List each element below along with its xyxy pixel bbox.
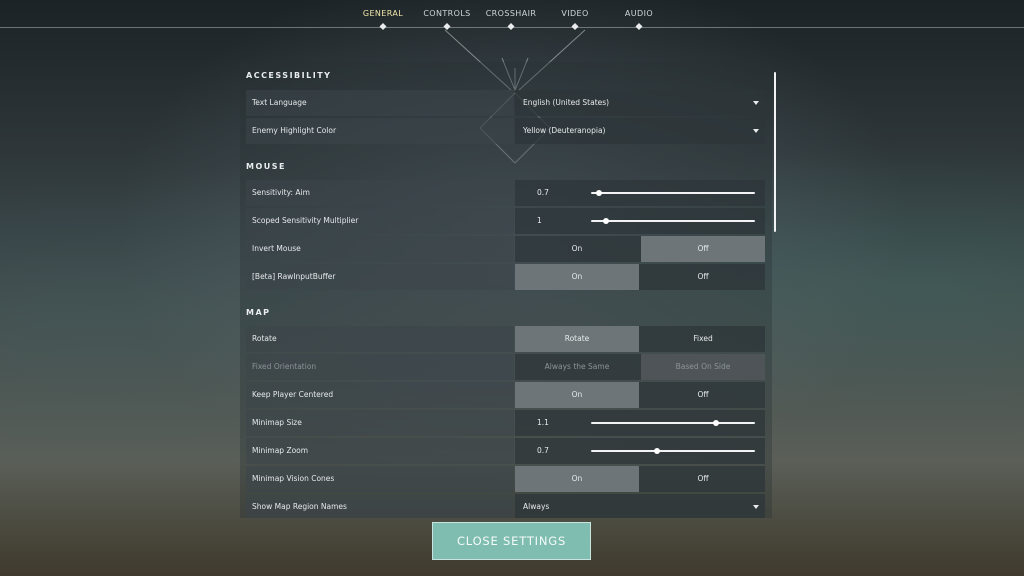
minimap-size-slider[interactable] <box>591 420 755 426</box>
slider-thumb[interactable] <box>712 420 719 426</box>
always-the-same-button: Always the Same <box>544 362 610 371</box>
text-language-dropdown[interactable]: English (United States) <box>515 90 765 116</box>
rotate-toggle: Rotate Fixed <box>515 326 765 352</box>
fixed-orientation-toggle: Always the Same Based On Side <box>515 354 765 380</box>
setting-label: Show Map Region Names <box>246 494 514 518</box>
minimap-size-control: 1.1 <box>515 410 765 436</box>
section-title-mouse: MOUSE <box>246 162 286 171</box>
setting-row-scoped-sensitivity: Scoped Sensitivity Multiplier 1 <box>246 208 765 234</box>
tab-audio-indicator <box>635 22 643 31</box>
slider-thumb[interactable] <box>596 190 603 196</box>
tab-video[interactable]: VIDEO <box>561 9 588 18</box>
setting-row-fixed-orientation: Fixed Orientation Always the Same Based … <box>246 354 765 380</box>
setting-row-keep-player-centered: Keep Player Centered On Off <box>246 382 765 408</box>
setting-label: Keep Player Centered <box>246 382 514 408</box>
tab-general-indicator <box>379 22 387 31</box>
raw-input-on-button[interactable]: On <box>515 264 639 290</box>
setting-row-minimap-vision-cones: Minimap Vision Cones On Off <box>246 466 765 492</box>
settings-panel: ACCESSIBILITY Text Language English (Uni… <box>240 62 772 518</box>
chevron-down-icon <box>753 505 759 509</box>
invert-mouse-off-button[interactable]: Off <box>641 236 765 262</box>
region-names-dropdown[interactable]: Always <box>515 494 765 518</box>
tab-general[interactable]: GENERAL <box>363 9 403 18</box>
enemy-highlight-dropdown[interactable]: Yellow (Deuteranopia) <box>515 118 765 144</box>
dropdown-value: Always <box>523 502 550 511</box>
settings-tab-bar: GENERAL CONTROLS CROSSHAIR VIDEO AUDIO <box>0 0 1024 31</box>
scoped-sensitivity-slider[interactable] <box>591 218 755 224</box>
setting-row-raw-input-buffer: [Beta] RawInputBuffer On Off <box>246 264 765 290</box>
slider-value-input[interactable]: 1.1 <box>537 410 549 436</box>
sensitivity-aim-control: 0.7 <box>515 180 765 206</box>
fixed-button[interactable]: Fixed <box>641 326 765 352</box>
invert-mouse-toggle: On Off <box>515 236 765 262</box>
slider-value-input[interactable]: 1 <box>537 208 542 234</box>
setting-label: Fixed Orientation <box>246 354 514 380</box>
setting-label: Minimap Zoom <box>246 438 514 464</box>
vision-cones-toggle: On Off <box>515 466 765 492</box>
section-title-map: MAP <box>246 308 271 317</box>
tab-crosshair[interactable]: CROSSHAIR <box>486 9 537 18</box>
setting-row-show-map-region-names: Show Map Region Names Always <box>246 494 765 518</box>
slider-thumb[interactable] <box>602 218 609 224</box>
slider-thumb[interactable] <box>653 448 660 454</box>
rotate-button[interactable]: Rotate <box>515 326 639 352</box>
keep-centered-off-button[interactable]: Off <box>641 382 765 408</box>
tab-controls[interactable]: CONTROLS <box>423 9 470 18</box>
keep-centered-on-button[interactable]: On <box>515 382 639 408</box>
sensitivity-aim-slider[interactable] <box>591 190 755 196</box>
setting-label: [Beta] RawInputBuffer <box>246 264 514 290</box>
based-on-side-button: Based On Side <box>641 354 765 380</box>
raw-input-toggle: On Off <box>515 264 765 290</box>
setting-label: Invert Mouse <box>246 236 514 262</box>
setting-label: Rotate <box>246 326 514 352</box>
settings-scrollbar[interactable] <box>774 72 776 232</box>
vision-cones-off-button[interactable]: Off <box>641 466 765 492</box>
setting-row-sensitivity-aim: Sensitivity: Aim 0.7 <box>246 180 765 206</box>
vision-cones-on-button[interactable]: On <box>515 466 639 492</box>
setting-label: Sensitivity: Aim <box>246 180 514 206</box>
minimap-zoom-slider[interactable] <box>591 448 755 454</box>
keep-centered-toggle: On Off <box>515 382 765 408</box>
slider-value-input[interactable]: 0.7 <box>537 180 549 206</box>
dropdown-value: Yellow (Deuteranopia) <box>523 126 606 135</box>
scoped-sensitivity-control: 1 <box>515 208 765 234</box>
dropdown-value: English (United States) <box>523 98 610 107</box>
setting-label: Scoped Sensitivity Multiplier <box>246 208 514 234</box>
setting-row-text-language: Text Language English (United States) <box>246 90 765 116</box>
chevron-down-icon <box>753 129 759 133</box>
setting-label: Minimap Vision Cones <box>246 466 514 492</box>
close-settings-button[interactable]: CLOSE SETTINGS <box>432 522 591 560</box>
setting-row-invert-mouse: Invert Mouse On Off <box>246 236 765 262</box>
minimap-zoom-control: 0.7 <box>515 438 765 464</box>
slider-value-input[interactable]: 0.7 <box>537 438 549 464</box>
setting-row-minimap-zoom: Minimap Zoom 0.7 <box>246 438 765 464</box>
setting-row-enemy-highlight-color: Enemy Highlight Color Yellow (Deuteranop… <box>246 118 765 144</box>
setting-label: Text Language <box>246 90 514 116</box>
setting-row-rotate: Rotate Rotate Fixed <box>246 326 765 352</box>
raw-input-off-button[interactable]: Off <box>641 264 765 290</box>
tab-audio[interactable]: AUDIO <box>625 9 653 18</box>
invert-mouse-on-button[interactable]: On <box>515 236 639 262</box>
chevron-down-icon <box>753 101 759 105</box>
setting-label: Minimap Size <box>246 410 514 436</box>
section-title-accessibility: ACCESSIBILITY <box>246 71 332 80</box>
setting-row-minimap-size: Minimap Size 1.1 <box>246 410 765 436</box>
setting-label: Enemy Highlight Color <box>246 118 514 144</box>
